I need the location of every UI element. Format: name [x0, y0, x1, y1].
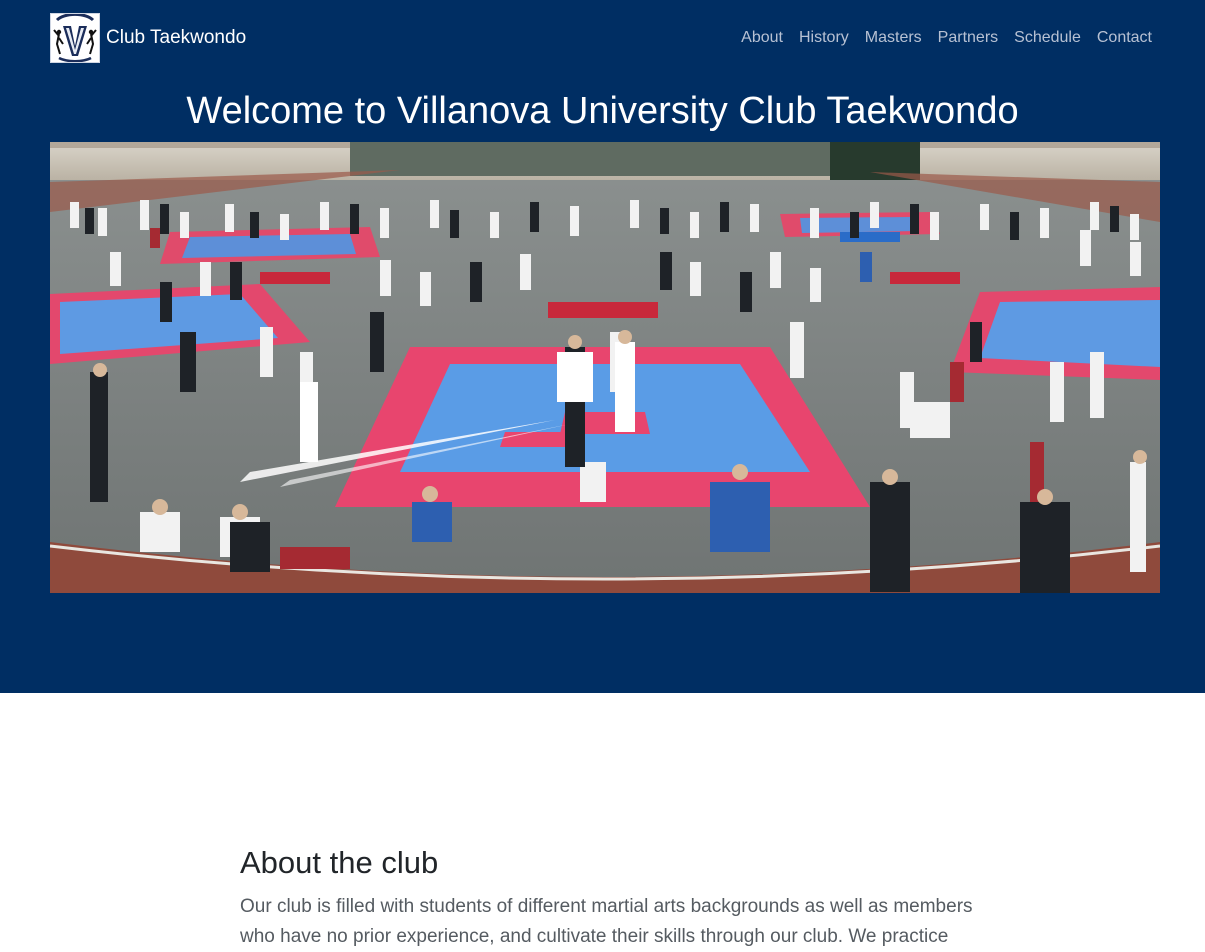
nav-link-partners[interactable]: Partners — [930, 27, 1006, 49]
nav-link-schedule[interactable]: Schedule — [1006, 27, 1089, 49]
about-heading: About the club — [240, 845, 439, 880]
main-nav: About History Masters Partners Schedule … — [733, 27, 1152, 49]
brand-name: Club Taekwondo — [106, 27, 247, 48]
navbar-brand[interactable]: Club Taekwondo — [50, 13, 246, 63]
about-section: About the club Our club is filled with s… — [240, 840, 980, 952]
nav-link-masters[interactable]: Masters — [857, 27, 930, 49]
tournament-photo-icon — [50, 142, 1160, 593]
about-text: Our club is filled with students of diff… — [240, 896, 973, 947]
nav-link-contact[interactable]: Contact — [1089, 27, 1152, 49]
villanova-taekwondo-logo-icon — [50, 13, 100, 63]
nav-link-about[interactable]: About — [733, 27, 791, 49]
nav-link-history[interactable]: History — [791, 27, 857, 49]
hero-title: Welcome to Villanova University Club Tae… — [186, 90, 1019, 132]
hero-section: Club Taekwondo About History Masters Par… — [0, 0, 1205, 693]
